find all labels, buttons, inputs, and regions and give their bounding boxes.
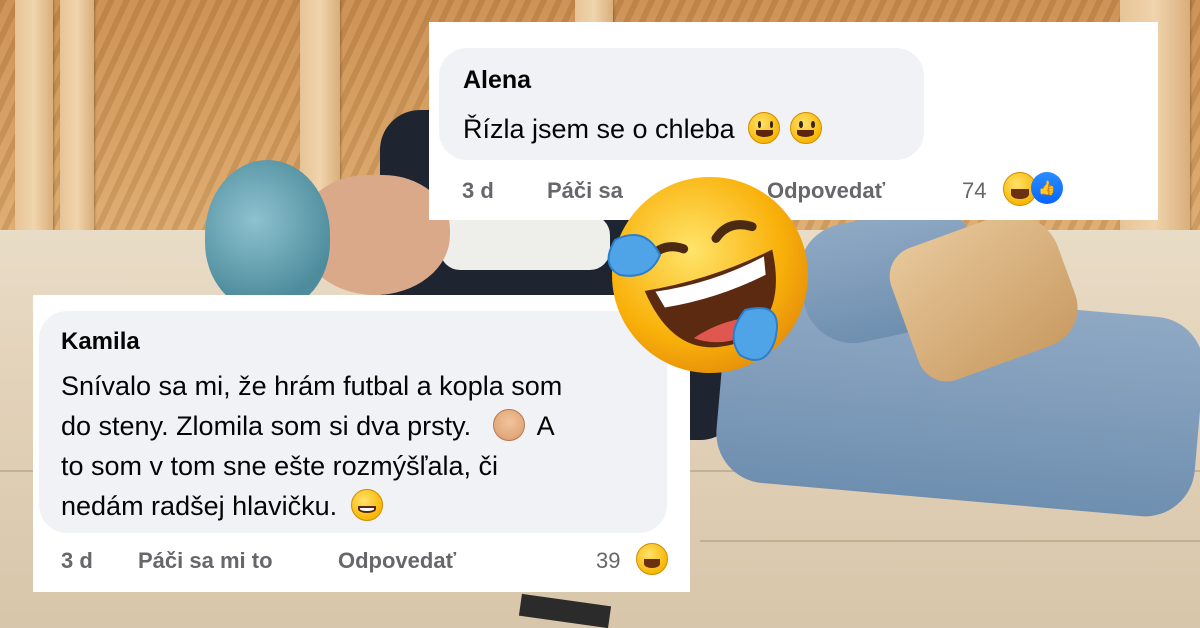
comment-time[interactable]: 3 d	[61, 548, 93, 574]
beaming-face-icon	[350, 489, 383, 521]
like-button[interactable]: Páči sa mi to	[138, 548, 273, 574]
like-icon: 👍	[1031, 172, 1063, 204]
person-shrugging-icon	[492, 409, 525, 441]
grinning-face-icon	[789, 112, 822, 144]
hard-hat	[205, 160, 330, 310]
comment-text-line: Snívalo sa mi, že hrám futbal a kopla so…	[61, 371, 563, 401]
laugh-icon	[636, 543, 668, 575]
face-with-tears-of-joy-icon	[607, 177, 808, 373]
comment-time[interactable]: 3 d	[462, 178, 494, 204]
grinning-face-icon	[748, 112, 781, 144]
comment-text-line: nedám radšej hlavičku.	[61, 486, 562, 526]
comment-author[interactable]: Alena	[463, 66, 531, 95]
comment-author[interactable]: Kamila	[61, 328, 140, 356]
comment-text-line: Řízla jsem se o chleba	[463, 114, 735, 144]
reply-button[interactable]: Odpovedať	[338, 548, 456, 574]
comment-text: Řízla jsem se o chleba	[463, 112, 822, 145]
worker-shirt	[440, 215, 610, 270]
comment-card-kamila: Kamila Snívalo sa mi, že hrám futbal a k…	[33, 295, 690, 592]
comment-text-line: do steny. Zlomila som si dva prsty. A	[61, 409, 555, 441]
reaction-count[interactable]: 74	[962, 178, 986, 204]
reaction-count[interactable]: 39	[596, 548, 620, 574]
comment-text: Snívalo sa mi, že hrám futbal a kopla so…	[61, 366, 562, 526]
floor-seam	[700, 540, 1200, 542]
comment-text-line: to som v tom sne ešte rozmýšľala, či	[61, 451, 499, 481]
